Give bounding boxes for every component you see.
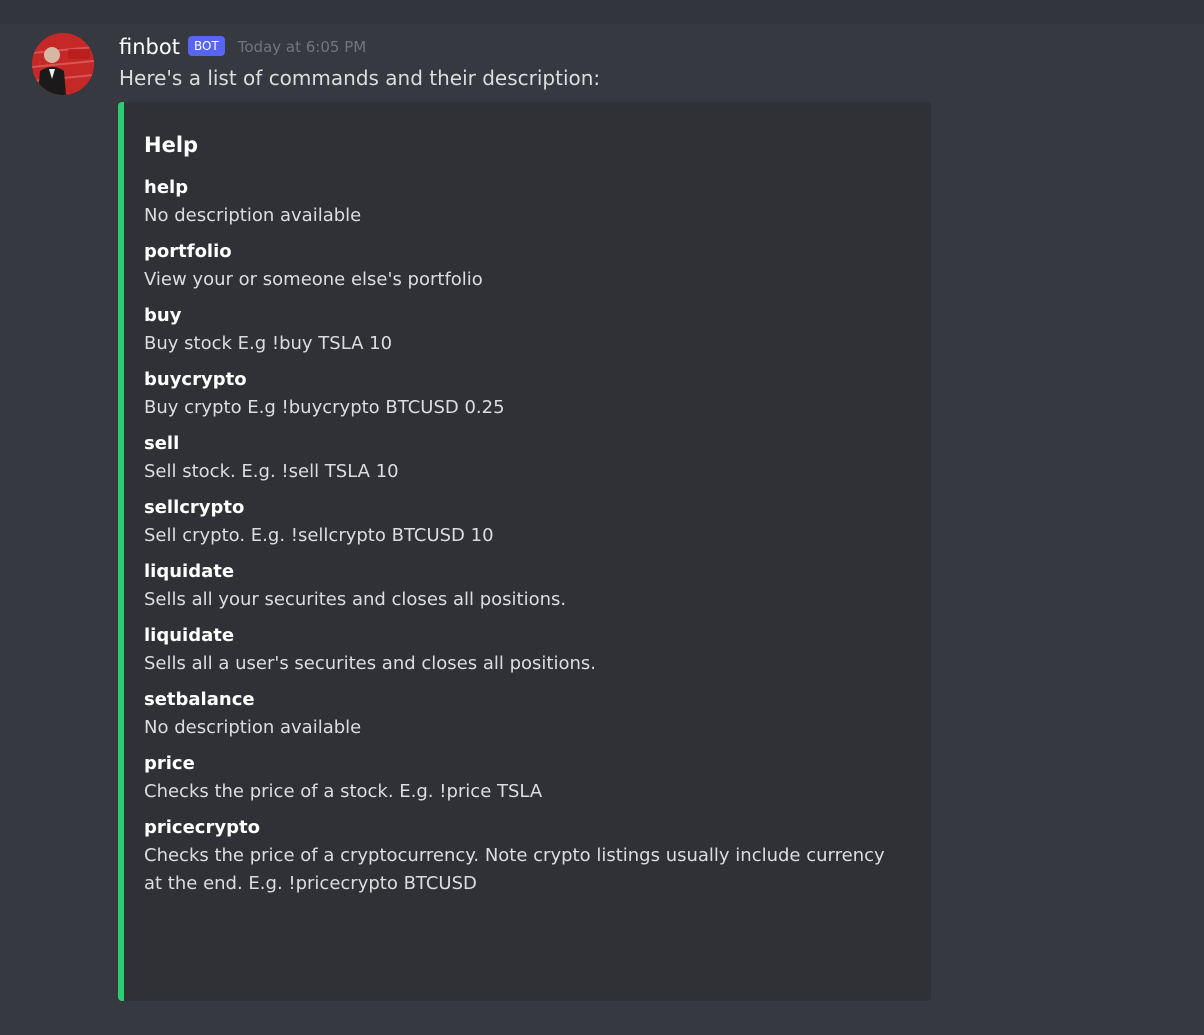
field-name: price bbox=[144, 753, 195, 774]
message-header: finbot BOT Today at 6:05 PM bbox=[119, 33, 366, 61]
help-embed: Help help No description available portf… bbox=[118, 102, 931, 1001]
previous-message-area bbox=[0, 0, 1204, 24]
field-value: No description available bbox=[144, 205, 362, 226]
field-value: Sell stock. E.g. !sell TSLA 10 bbox=[144, 461, 399, 482]
field-name: buycrypto bbox=[144, 369, 247, 390]
embed-title: Help bbox=[144, 133, 199, 157]
embed-field: buy Buy stock E.g !buy TSLA 10 bbox=[144, 302, 911, 358]
field-name: sell bbox=[144, 433, 180, 454]
message-timestamp[interactable]: Today at 6:05 PM bbox=[238, 38, 366, 56]
field-value: Sells all your securites and closes all … bbox=[144, 589, 567, 610]
field-name: sellcrypto bbox=[144, 497, 245, 518]
embed-field: sell Sell stock. E.g. !sell TSLA 10 bbox=[144, 430, 911, 486]
bot-tag-badge: BOT bbox=[187, 36, 225, 56]
field-value: Buy crypto E.g !buycrypto BTCUSD 0.25 bbox=[144, 397, 505, 418]
field-name: help bbox=[144, 177, 189, 198]
field-name: liquidate bbox=[144, 625, 235, 646]
embed-field: liquidate Sells all your securites and c… bbox=[144, 558, 911, 614]
field-value: Checks the price of a cryptocurrency. No… bbox=[144, 845, 885, 894]
embed-field: setbalance No description available bbox=[144, 686, 911, 742]
embed-field: liquidate Sells all a user's securites a… bbox=[144, 622, 911, 678]
field-name: buy bbox=[144, 305, 182, 326]
field-value: No description available bbox=[144, 717, 362, 738]
field-name: liquidate bbox=[144, 561, 235, 582]
field-value: Buy stock E.g !buy TSLA 10 bbox=[144, 333, 393, 354]
field-name: pricecrypto bbox=[144, 817, 260, 838]
embed-field: price Checks the price of a stock. E.g. … bbox=[144, 750, 911, 806]
message-content: Here's a list of commands and their desc… bbox=[119, 66, 601, 90]
embed-field: portfolio View your or someone else's po… bbox=[144, 238, 911, 294]
field-value: Sells all a user's securites and closes … bbox=[144, 653, 597, 674]
field-value: View your or someone else's portfolio bbox=[144, 269, 483, 290]
username[interactable]: finbot bbox=[119, 35, 180, 59]
field-name: setbalance bbox=[144, 689, 255, 710]
field-value: Sell crypto. E.g. !sellcrypto BTCUSD 10 bbox=[144, 525, 494, 546]
embed-field: buycrypto Buy crypto E.g !buycrypto BTCU… bbox=[144, 366, 911, 422]
field-value: Checks the price of a stock. E.g. !price… bbox=[144, 781, 543, 802]
embed-field: sellcrypto Sell crypto. E.g. !sellcrypto… bbox=[144, 494, 911, 550]
embed-field: help No description available bbox=[144, 174, 911, 230]
embed-field: pricecrypto Checks the price of a crypto… bbox=[144, 814, 911, 898]
bot-avatar-icon[interactable] bbox=[32, 33, 94, 95]
field-name: portfolio bbox=[144, 241, 232, 262]
